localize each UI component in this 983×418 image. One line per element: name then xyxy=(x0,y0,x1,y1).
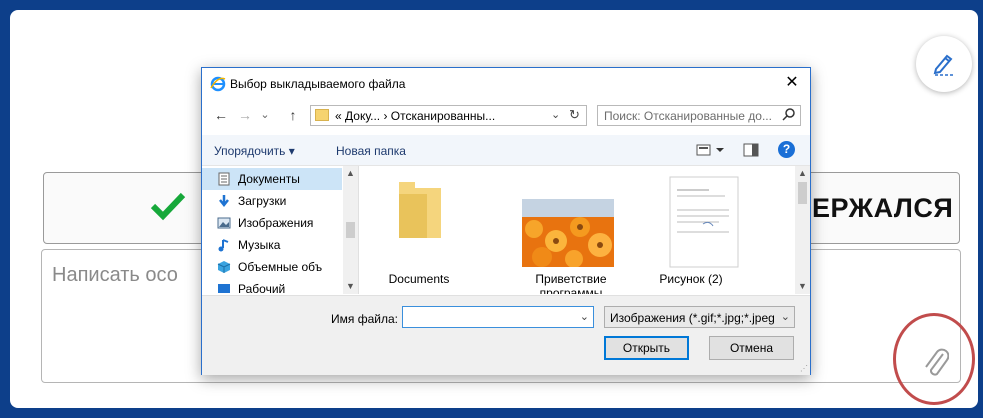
nav-item-desktop[interactable]: Рабочий xyxy=(202,278,342,294)
nav-item-3d-objects[interactable]: Объемные объ xyxy=(202,256,342,278)
desktop-icon xyxy=(218,284,230,293)
folder-icon xyxy=(399,182,441,238)
nav-item-label: Загрузки xyxy=(238,194,287,208)
dialog-footer: Имя файла: ⌄ Изображения (*.gif;*.jpg;*.… xyxy=(202,295,810,375)
navigation-scrollbar[interactable]: ▲ ▼ xyxy=(343,166,358,294)
pictures-icon xyxy=(217,217,231,229)
navigation-bar: ← → ⌄ ↑ « Доку... › Отсканированны... ⌄ … xyxy=(202,102,810,130)
chevron-down-icon[interactable]: ⌄ xyxy=(580,310,589,323)
scroll-thumb[interactable] xyxy=(346,222,355,238)
file-name: Рисунок (2) xyxy=(659,272,723,286)
file-type-select[interactable]: Изображения (*.gif;*.jpg;*.jpeg ⌄ xyxy=(604,306,795,328)
nav-item-label: Изображения xyxy=(238,216,314,230)
navigation-pane: Документы Загрузки Изображения Музыка Об… xyxy=(202,166,359,294)
scroll-down-icon[interactable]: ▼ xyxy=(798,281,807,291)
file-item-image[interactable]: Приветствие программы xyxy=(495,166,615,294)
scroll-up-icon[interactable]: ▲ xyxy=(798,168,807,178)
file-list-scrollbar[interactable]: ▲ ▼ xyxy=(795,166,810,294)
highlight-circle xyxy=(893,313,975,405)
filename-field[interactable]: ⌄ xyxy=(402,306,594,328)
dialog-toolbar: Упорядочить ▾ Новая папка ? xyxy=(202,135,810,166)
folder-icon xyxy=(315,109,329,121)
nav-item-documents[interactable]: Документы xyxy=(202,168,342,190)
cancel-button[interactable]: Отмена xyxy=(709,336,794,360)
open-button[interactable]: Открыть xyxy=(604,336,689,360)
organize-menu[interactable]: Упорядочить ▾ xyxy=(214,144,295,158)
internet-explorer-icon xyxy=(210,76,226,92)
file-name: Documents xyxy=(388,272,450,286)
nav-item-label: Документы xyxy=(238,172,300,186)
dialog-titlebar: Выбор выкладываемого файла ✕ xyxy=(202,68,810,100)
file-item-document[interactable]: Рисунок (2) xyxy=(631,166,751,294)
search-placeholder: Поиск: Отсканированные до... xyxy=(604,109,772,123)
new-folder-button[interactable]: Новая папка xyxy=(336,144,406,158)
back-arrow-icon[interactable]: ← xyxy=(212,106,230,124)
nav-item-music[interactable]: Музыка xyxy=(202,234,342,256)
3d-objects-icon xyxy=(217,261,231,273)
scroll-down-icon[interactable]: ▼ xyxy=(346,281,355,291)
help-icon[interactable]: ? xyxy=(778,141,795,158)
file-list: Documents Приветствие программы Рисунок … xyxy=(359,166,795,294)
nav-item-pictures[interactable]: Изображения xyxy=(202,212,342,234)
filename-label: Имя файла: xyxy=(331,312,398,326)
chevron-down-icon[interactable]: ⌄ xyxy=(781,310,790,323)
file-open-dialog: Выбор выкладываемого файла ✕ ← → ⌄ ↑ « Д… xyxy=(201,67,811,375)
nav-item-label: Рабочий xyxy=(238,282,286,294)
recent-locations-icon[interactable]: ⌄ xyxy=(256,106,274,124)
checkmark-icon xyxy=(150,192,186,221)
nav-item-label: Музыка xyxy=(238,238,281,252)
file-item-folder[interactable]: Documents xyxy=(359,166,479,294)
music-icon xyxy=(218,239,229,252)
address-bar[interactable]: « Доку... › Отсканированны... ⌄ ↻ xyxy=(310,105,587,126)
nav-item-label: Объемные объ xyxy=(238,260,323,274)
documents-icon xyxy=(218,172,230,186)
flowers-thumbnail xyxy=(522,199,614,267)
preview-pane-icon[interactable] xyxy=(743,143,759,157)
scanned-document-thumbnail xyxy=(669,176,739,268)
comment-placeholder: Написать осо xyxy=(52,264,178,286)
breadcrumb[interactable]: « Доку... › Отсканированны... xyxy=(335,109,495,123)
resize-grip-icon[interactable]: ⋰ xyxy=(800,364,808,373)
scroll-thumb[interactable] xyxy=(798,182,807,204)
pencil-icon xyxy=(933,54,954,76)
file-name: Приветствие программы xyxy=(535,272,607,294)
up-arrow-icon[interactable]: ↑ xyxy=(284,106,302,124)
status-button-label: ЕРЖАЛСЯ xyxy=(812,193,954,223)
nav-item-downloads[interactable]: Загрузки xyxy=(202,190,342,212)
dialog-title: Выбор выкладываемого файла xyxy=(230,77,406,91)
close-icon[interactable]: ✕ xyxy=(780,72,804,94)
chevron-down-icon[interactable]: ⌄ xyxy=(551,108,560,121)
edit-button[interactable] xyxy=(916,36,972,92)
refresh-icon[interactable]: ↻ xyxy=(569,107,580,123)
search-input[interactable]: Поиск: Отсканированные до... xyxy=(597,105,801,126)
search-icon xyxy=(782,108,795,121)
file-type-value: Изображения (*.gif;*.jpg;*.jpeg xyxy=(610,311,775,325)
view-options-icon[interactable] xyxy=(696,143,726,157)
scroll-up-icon[interactable]: ▲ xyxy=(346,168,355,178)
forward-arrow-icon[interactable]: → xyxy=(236,106,254,124)
downloads-icon xyxy=(219,195,229,208)
